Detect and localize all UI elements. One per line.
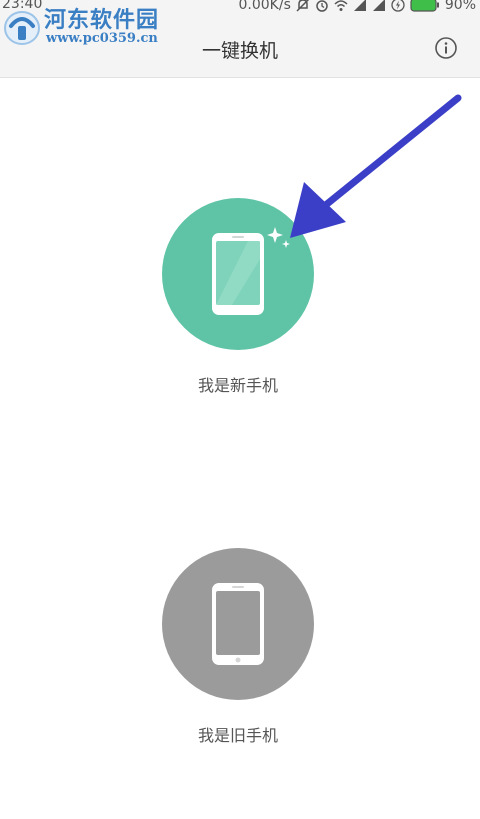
wifi-icon — [334, 0, 348, 11]
signal-icon — [353, 0, 366, 11]
old-phone-label: 我是旧手机 — [197, 726, 278, 745]
top-bar: 23:40 河东软件园 www.pc0359.cn 0.00K/s 90% 一键… — [0, 0, 480, 78]
alarm-icon — [316, 0, 328, 12]
battery-level: 90% — [444, 0, 476, 13]
network-speed: 0.00K/s — [238, 0, 291, 13]
phone-clone-screen: 23:40 河东软件园 www.pc0359.cn 0.00K/s 90% 一键… — [0, 0, 480, 819]
status-indicators: 0.00K/s 90% — [238, 0, 476, 13]
old-phone-option[interactable]: 我是旧手机 — [160, 548, 316, 746]
phone-icon — [212, 233, 264, 315]
alarm-off-icon — [296, 0, 309, 12]
old-phone-button[interactable] — [162, 548, 314, 700]
new-phone-label: 我是新手机 — [197, 376, 278, 395]
signal-icon — [372, 0, 385, 11]
page-title: 一键换机 — [201, 40, 278, 62]
arrow-icon — [290, 94, 462, 238]
phone-icon — [212, 583, 264, 665]
charging-icon — [391, 0, 405, 12]
watermark-title: 河东软件园 — [44, 7, 160, 33]
info-icon[interactable] — [434, 36, 458, 60]
battery-icon — [410, 0, 439, 12]
